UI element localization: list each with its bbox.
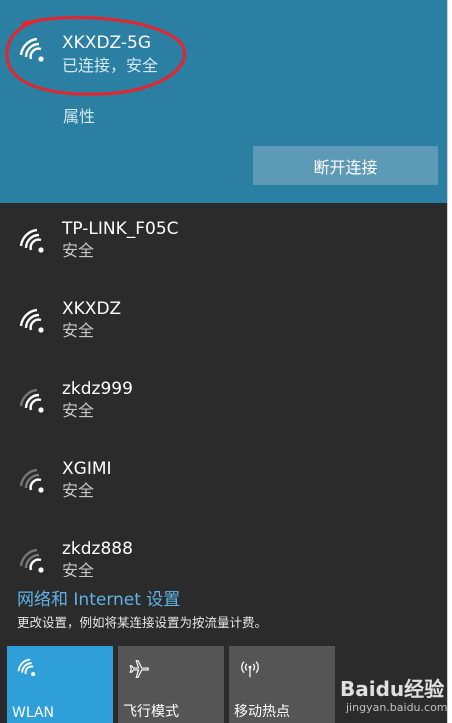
airplane-tile-label: 飞行模式 <box>123 704 179 720</box>
network-settings-link[interactable]: 网络和 Internet 设置 <box>17 585 180 610</box>
network-status: 安全 <box>62 321 95 340</box>
wifi-signal-full-icon <box>19 37 44 62</box>
airplane-mode-tile[interactable]: 飞行模式 <box>118 646 224 723</box>
hotspot-tile-label: 移动热点 <box>234 704 290 720</box>
network-name: XKXDZ <box>62 299 122 319</box>
network-status: 安全 <box>62 401 95 420</box>
connected-network-status: 已连接，安全 <box>62 56 159 75</box>
network-status: 安全 <box>62 481 95 500</box>
wifi-signal-low-icon <box>19 468 44 493</box>
network-settings-description: 更改设置，例如将某连接设置为按流量计费。 <box>17 615 268 630</box>
network-item[interactable]: TP-LINK_F05C 安全 <box>0 207 447 287</box>
mobile-hotspot-tile[interactable]: 移动热点 <box>229 646 335 723</box>
network-item[interactable]: XGIMI 安全 <box>0 447 447 527</box>
network-status: 安全 <box>62 241 95 260</box>
wlan-toggle-tile[interactable]: WLAN <box>7 646 113 723</box>
network-flyout: XKXDZ-5G 已连接，安全 属性 断开连接 TP-LINK_F05C 安全 … <box>0 0 448 723</box>
network-name: TP-LINK_F05C <box>62 219 179 239</box>
baidu-watermark: Baidu经验 jingyan.baidu.com <box>336 673 448 719</box>
watermark-url: jingyan.baidu.com <box>346 701 448 714</box>
wlan-tile-label: WLAN <box>12 705 55 721</box>
watermark-brand: Baidu经验 <box>340 677 445 701</box>
network-item[interactable]: XKXDZ 安全 <box>0 287 447 367</box>
properties-link[interactable]: 属性 <box>63 103 95 127</box>
network-item[interactable]: zkdz999 安全 <box>0 367 447 447</box>
wifi-signal-full-icon <box>19 308 44 333</box>
network-name: zkdz999 <box>62 379 133 399</box>
network-name: zkdz888 <box>62 539 133 559</box>
network-name: XGIMI <box>62 459 112 479</box>
wifi-signal-low-icon <box>19 548 44 573</box>
connected-network-card[interactable]: XKXDZ-5G 已连接，安全 属性 断开连接 <box>0 0 447 203</box>
connected-network-name: XKXDZ-5G <box>62 33 152 53</box>
airplane-icon <box>129 660 149 678</box>
wifi-signal-full-icon <box>19 228 44 253</box>
wifi-signal-medium-icon <box>19 388 44 413</box>
wifi-icon <box>17 658 36 677</box>
network-item[interactable]: zkdz888 安全 <box>0 527 447 577</box>
hotspot-icon <box>241 661 259 678</box>
network-status: 安全 <box>62 561 95 577</box>
disconnect-button[interactable]: 断开连接 <box>253 146 438 185</box>
